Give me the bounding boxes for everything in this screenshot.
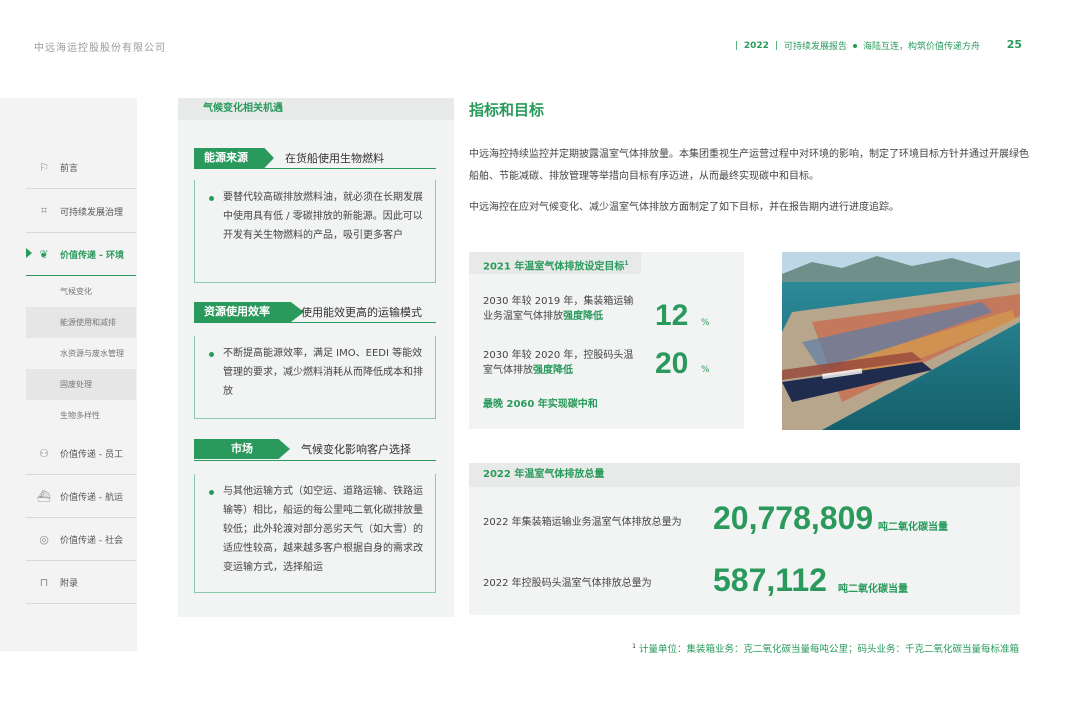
- emission-unit: 吨二氧化碳当量: [838, 584, 908, 595]
- page-number: 25: [1006, 38, 1022, 51]
- intro-paragraph: 中远海控持续监控并定期披露温室气体排放量。本集团重视生产运营过程中对环境的影响，…: [469, 149, 1029, 182]
- sidebar-item-society[interactable]: ◎ 价值传递 - 社会: [26, 518, 136, 561]
- sidebar-item-label: 前言: [60, 163, 79, 174]
- divider: [194, 322, 436, 323]
- sidebar-item-shipping[interactable]: ⛴ 价值传递 - 航运: [26, 475, 136, 518]
- target-label: 2030 年较 2020 年，控股码头温室气体排放强度降低: [483, 350, 634, 376]
- company-name: 中远海运控股股份有限公司: [34, 43, 166, 54]
- targets-title: 2021 年温室气体排放设定目标1: [469, 252, 641, 274]
- footnote: 1 计量单位：集装箱业务：克二氧化碳当量每吨公里；码头业务：千克二氧化碳当量每标…: [632, 641, 1019, 655]
- bullet-icon: [209, 352, 214, 357]
- report-header: | 2022 | 可持续发展报告 海陆互连，构筑价值传递方舟: [734, 40, 980, 53]
- sidebar-item-label: 价值传递 - 航运: [60, 492, 123, 503]
- emission-value: 20,778,809: [713, 500, 874, 536]
- category-text-box: 与其他运输方式（如空运、道路运输、铁路运输等）相比，船运的每公里吨二氧化碳排放量…: [194, 474, 436, 593]
- leaf-icon: ❦: [39, 247, 49, 261]
- category-tag-energy: 能源来源: [194, 148, 274, 168]
- bullet-icon: [209, 196, 214, 201]
- category-tag-efficiency: 资源使用效率: [194, 302, 304, 322]
- category-subtitle: 使用能效更高的运输模式: [301, 306, 422, 319]
- target-label: 2030 年较 2019 年，集装箱运输业务温室气体排放强度降低: [483, 296, 634, 322]
- flag-icon: ⚐: [39, 160, 49, 174]
- sidebar-subitem-water[interactable]: 水资源与废水管理: [26, 338, 136, 369]
- emissions-title: 2022 年温室气体排放总量: [469, 463, 1020, 487]
- bullet-icon: [209, 490, 214, 495]
- separator-dot: [852, 43, 857, 48]
- category-text: 不断提高能源效率，满足 IMO、EEDI 等能效管理的要求，减少燃料消耗从而降低…: [223, 348, 423, 397]
- sidebar-item-governance[interactable]: ⌗ 可持续发展治理: [26, 190, 136, 233]
- section-title: 指标和目标: [469, 101, 545, 119]
- targets-box: 2021 年温室气体排放设定目标1 2030 年较 2019 年，集装箱运输业务…: [469, 252, 744, 429]
- sidebar-item-label: 附录: [60, 578, 79, 589]
- sidebar-subitem-climate[interactable]: 气候变化: [26, 276, 136, 307]
- target-unit: %: [701, 318, 710, 328]
- target-value: 12: [655, 299, 689, 332]
- category-text: 要替代较高碳排放燃料油，就必须在长期发展中使用具有低 / 零碳排放的新能源。因此…: [223, 192, 423, 241]
- target-unit: %: [701, 365, 710, 375]
- emission-label: 2022 年集装箱运输业务温室气体排放总量为: [483, 517, 682, 528]
- people-icon: ⚇: [39, 446, 49, 460]
- port-photo: [782, 252, 1020, 430]
- sidebar-item-label: 价值传递 - 员工: [60, 449, 123, 460]
- footnote-mark: 1: [624, 260, 629, 267]
- sidebar-item-label: 可持续发展治理: [60, 207, 124, 218]
- emission-unit: 吨二氧化碳当量: [878, 522, 948, 533]
- sidebar-subitem-waste[interactable]: 固废处理: [26, 369, 136, 400]
- sidebar-item-label: 价值传递 - 环境: [60, 250, 125, 261]
- divider: [194, 460, 436, 461]
- category-subtitle: 气候变化影响客户选择: [301, 443, 411, 456]
- category-subtitle: 在货船使用生物燃料: [285, 152, 384, 165]
- sidebar-item-preface[interactable]: ⚐ 前言: [26, 146, 136, 189]
- report-slogan: 海陆互连，构筑价值传递方舟: [862, 42, 980, 52]
- footnote-mark: 1: [632, 642, 636, 650]
- carbon-neutral-target: 最晚 2060 年实现碳中和: [483, 399, 598, 410]
- appendix-icon: ⊓: [39, 575, 49, 589]
- governance-icon: ⌗: [40, 204, 48, 217]
- sidebar-subitem-biodiversity[interactable]: 生物多样性: [26, 400, 136, 431]
- sidebar: ⚐ 前言 ⌗ 可持续发展治理 ❦ 价值传递 - 环境 气候变化 能源使用和减排 …: [0, 98, 137, 651]
- divider: [194, 168, 436, 169]
- category-text: 与其他运输方式（如空运、道路运输、铁路运输等）相比，船运的每公里吨二氧化碳排放量…: [223, 486, 423, 573]
- emission-label: 2022 年控股码头温室气体排放总量为: [483, 578, 652, 589]
- report-year: 2022: [743, 40, 769, 51]
- sidebar-item-environment[interactable]: ❦ 价值传递 - 环境: [26, 233, 136, 276]
- globe-icon: ◎: [39, 532, 49, 546]
- category-text-box: 要替代较高碳排放燃料油，就必须在长期发展中使用具有低 / 零碳排放的新能源。因此…: [194, 180, 436, 283]
- sidebar-item-appendix[interactable]: ⊓ 附录: [26, 561, 136, 604]
- report-name: 可持续发展报告: [783, 42, 847, 52]
- sidebar-subitem-energy[interactable]: 能源使用和减排: [26, 307, 136, 338]
- panel-title: 气候变化相关机遇: [178, 98, 454, 120]
- category-text-box: 不断提高能源效率，满足 IMO、EEDI 等能效管理的要求，减少燃料消耗从而降低…: [194, 336, 436, 419]
- sidebar-item-label: 价值传递 - 社会: [60, 535, 123, 546]
- sidebar-item-employees[interactable]: ⚇ 价值传递 - 员工: [26, 432, 136, 475]
- emission-value: 587,112: [713, 562, 827, 598]
- footnote-text: 计量单位：集装箱业务：克二氧化碳当量每吨公里；码头业务：千克二氧化碳当量每标准箱: [638, 644, 1019, 655]
- ship-icon: ⛴: [37, 489, 51, 503]
- intro-paragraph-2: 中远海控在应对气候变化、减少温室气体排放方面制定了如下目标，并在报告期内进行进度…: [469, 202, 899, 213]
- opportunities-panel: 气候变化相关机遇 能源来源 在货船使用生物燃料 要替代较高碳排放燃料油，就必须在…: [178, 98, 454, 617]
- emissions-box: 2022 年温室气体排放总量 2022 年集装箱运输业务温室气体排放总量为 20…: [469, 463, 1020, 615]
- category-tag-market: 市场: [194, 439, 290, 459]
- target-value: 20: [655, 347, 689, 380]
